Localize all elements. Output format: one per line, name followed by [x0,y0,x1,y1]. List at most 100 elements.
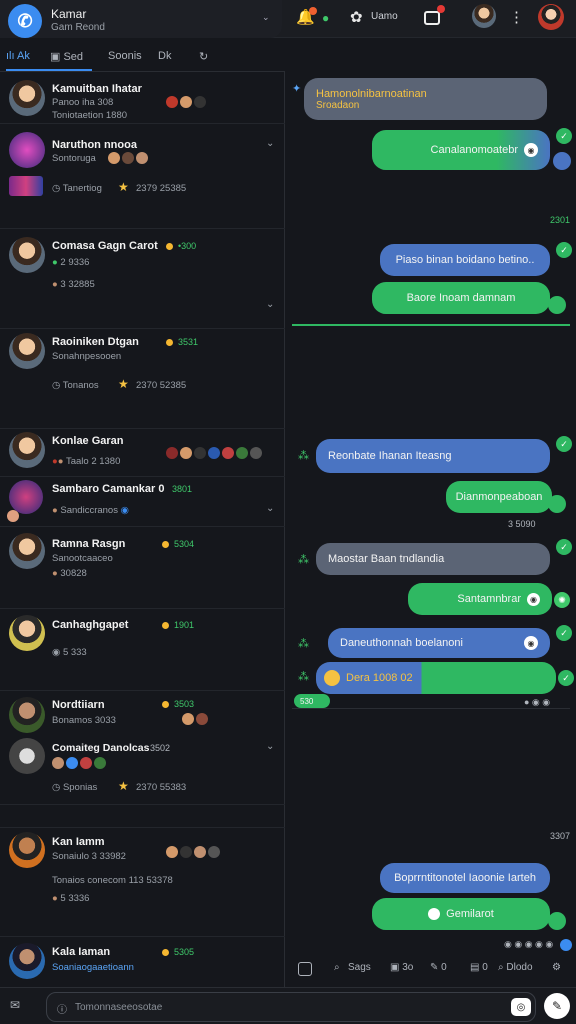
tab-dk[interactable]: Dk [158,50,171,62]
more-vertical-icon[interactable]: ⋮ [509,8,524,26]
composer: ✉ ⓘ Tomonnaseeosotae ◎ ✎ [0,987,576,1024]
message-bubble[interactable]: Dera 1008 02 [316,662,556,694]
refresh-icon[interactable]: ↻ [199,50,208,63]
avatar [9,943,45,979]
status-badge: 5304 [162,539,194,549]
search-icon[interactable]: ⌕ [334,962,340,973]
contact-name: Naruthon nnooa [52,139,137,151]
stats-text: 2370 55383 [136,782,187,793]
status-badge: 3801 [172,484,193,494]
participant-avatars [166,846,220,858]
emoji-icon [324,670,340,686]
contact-line: ●● Taalo 2 1380 [52,456,121,467]
app-window: ✆ Kamar Gam Reond ⌄ 🔔 ● ✿ Uamo ⋮ ılı Ak … [0,0,576,1024]
topbar-label: Uamo [371,11,398,22]
contact-name: Raoiniken Dtgan [52,336,139,348]
conversation-list: Kamuitban Ihatar Panoo iha 308 Toniotaet… [0,72,285,987]
message-bubble[interactable]: Baore Inoam damnam [372,282,550,314]
message-bubble[interactable]: Hamonolnibarnoatinan Sroadaon [304,78,547,120]
star-icon: ★ [118,377,129,391]
user-avatar[interactable] [472,4,496,28]
stats-text: 2370 52385 [136,380,187,391]
account-header[interactable]: ✆ Kamar Gam Reond ⌄ [0,0,282,38]
status-badge: 1901 [162,620,194,630]
chatbar-item[interactable]: ▣ 3o [390,962,413,973]
avatar [9,237,45,273]
check-icon: ✓ [556,436,572,452]
reaction-icon [428,908,441,920]
inbox-icon[interactable] [424,11,440,25]
meta-text: ◷ Sponias [52,782,98,793]
chevron-down-icon[interactable]: ⌄ [266,299,274,310]
message-input[interactable]: ⓘ Tomonnaseeosotae ◎ [46,992,536,1022]
chat-toolbar: ⌕ Sags ▣ 3o ✎ 0 ▤ 0 ⌕ Dlodo ⚙ [286,955,576,985]
list-item[interactable]: Sambaro Camankar 0 3801 ● Sandiccranos ◉… [0,477,285,527]
status-badge: 3503 [162,699,194,709]
chevron-down-icon[interactable]: ⌄ [262,12,270,23]
message-bubble[interactable]: Piaso binan boidano betino.. [380,244,550,276]
list-item[interactable]: Naruthon nnooa Sontoruga ⌄ ◷ Tanertiog ★… [0,124,285,229]
message-status: ● ◉ ◉ [524,697,551,707]
chatbar-item[interactable]: ⌕ Dlodo [498,962,533,973]
contact-line: Sontoruga [52,153,96,164]
avatar [7,510,19,522]
send-icon[interactable]: ✎ [544,993,570,1019]
profile-avatar[interactable] [538,4,564,30]
app-title: Kamar [51,7,87,21]
bubble-tail [548,912,566,930]
chat-bubble-icon[interactable]: ✉ [10,998,20,1012]
list-item[interactable]: Raoiniken Dtgan 3531 Sonahnpesooen ◷ Ton… [0,329,285,429]
list-item[interactable]: Kala Iaman 5305 Soaniaogaaetioann [0,937,285,987]
input-placeholder: Tomonnaseeosotae [75,1002,163,1013]
avatar [9,738,45,774]
meta-text: ◷ Tonanos [52,380,99,391]
chatbar-item[interactable]: ▤ 0 [470,962,488,973]
list-item[interactable]: Konlae Garan ●● Taalo 2 1380 [0,429,285,477]
contact-line: Panoo iha 308 [52,97,114,108]
list-item[interactable]: Ramna Rasgn 5304 Sanootcaaceo ● 30828 [0,527,285,609]
camera-icon[interactable]: ◎ [511,998,531,1016]
message-bubble[interactable]: Santamnbrar ◉ [408,583,552,615]
avatar [9,697,45,733]
avatar [9,480,43,514]
list-item[interactable]: Nordtiiarn 3503 Bonamos 3033 Comaiteg Da… [0,691,285,805]
list-item[interactable]: Canhaghgapet 1901 ◉ 5 333 [0,609,285,691]
message-bubble[interactable]: Canalanomoatebr ◉ [372,130,550,170]
avatar [9,80,45,116]
list-item[interactable]: Comasa Gagn Carot •300 ● 2 9336 ● 3 3288… [0,229,285,329]
message-bubble[interactable]: Dianmonpeaboan [446,481,552,513]
chatbar-label[interactable]: Sags [348,962,371,973]
list-item[interactable]: Kamuitban Ihatar Panoo iha 308 Toniotaet… [0,72,285,124]
check-icon: ✓ [556,539,572,555]
status-badge: 5305 [162,947,194,957]
contact-line: ● 30828 [52,568,87,579]
avatar [9,132,45,168]
message-time: 3307 [550,831,571,841]
chevron-down-icon[interactable]: ⌄ [266,741,274,752]
message-bubble[interactable]: Reonbate Ihanan Iteasng [316,439,550,473]
contact-name: Nordtiiarn [52,699,105,711]
tab-sent[interactable]: ▣ Sed [50,50,83,63]
tab-sessions[interactable]: Soonis [108,50,142,62]
contact-line: Sanootcaaceo [52,553,113,564]
tab-all[interactable]: ılı Ak [6,50,30,62]
contact-name: Kan Iamm [52,836,105,848]
reaction-icon: ◉ [527,592,540,606]
chevron-down-icon[interactable]: ⌄ [266,503,274,514]
pin-icon: ✦ [292,83,302,95]
contact-line: ● 2 9336 [52,257,90,268]
check-icon: ✓ [556,242,572,258]
message-bubble[interactable]: Daneuthonnah boelanoni ◉ [328,628,550,658]
chevron-down-icon[interactable]: ⌄ [266,138,274,149]
message-bubble[interactable]: Gemilarot [372,898,550,930]
contact-name: Konlae Garan [52,435,124,447]
chatbar-item[interactable]: ✎ 0 [430,962,447,973]
image-icon[interactable] [298,962,312,976]
typing-icon: ⁂ [298,554,309,566]
message-bubble[interactable]: Maostar Baan tndlandia [316,543,550,575]
message-bubble[interactable]: Boprrntitonotel Iaoonie Iarteh [380,863,550,893]
reply-chip[interactable]: 530 [294,694,330,708]
profile-icon[interactable]: ✿ [350,8,363,26]
settings-icon[interactable]: ⚙ [552,962,561,973]
list-item[interactable]: Kan Iamm Sonaiulo 3 33982 Tonaios coneco… [0,827,285,937]
